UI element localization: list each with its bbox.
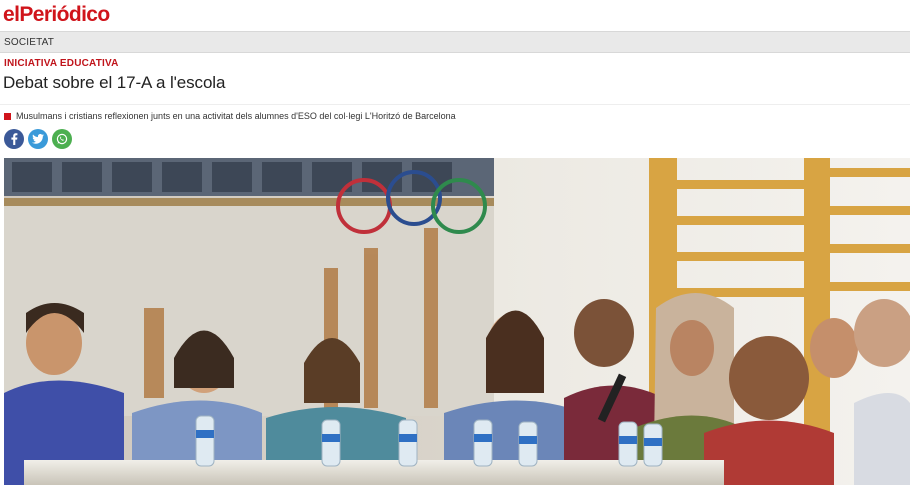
subtitle-text: Musulmans i cristians reflexionen junts …: [16, 111, 456, 121]
lead-photo: [4, 158, 910, 485]
whatsapp-icon: [56, 133, 68, 145]
logo-name: Periódico: [19, 3, 110, 26]
section-bar: SOCIETAT: [0, 31, 910, 53]
facebook-icon: [11, 133, 18, 145]
bullet-square-icon: [4, 112, 11, 120]
lead-photo-illustration: [4, 158, 910, 485]
twitter-icon: [32, 134, 44, 144]
article-subtitle: Musulmans i cristians reflexionen junts …: [4, 110, 456, 122]
article-headline: Debat sobre el 17-A a l'escola: [3, 73, 226, 92]
section-link-societat[interactable]: SOCIETAT: [4, 37, 54, 48]
masthead: elPeriódico: [0, 0, 910, 30]
share-twitter-button[interactable]: [28, 129, 48, 149]
share-whatsapp-button[interactable]: [52, 129, 72, 149]
share-facebook-button[interactable]: [4, 129, 24, 149]
share-bar: [4, 129, 72, 149]
article-kicker: INICIATIVA EDUCATIVA: [4, 58, 119, 69]
logo-prefix: el: [3, 3, 20, 26]
header-divider: [0, 104, 910, 105]
site-logo[interactable]: elPeriódico: [3, 2, 110, 28]
